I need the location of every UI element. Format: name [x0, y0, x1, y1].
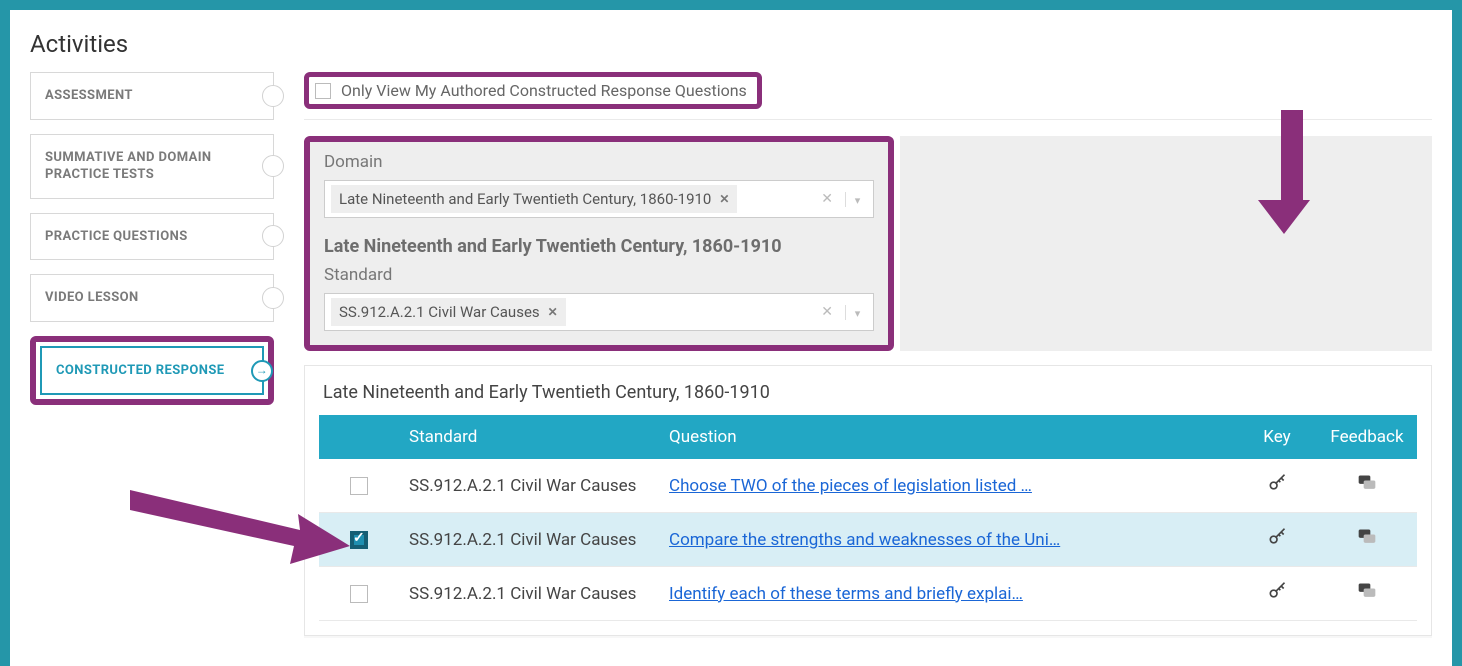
row-standard: SS.912.A.2.1 Civil War Causes [399, 567, 659, 621]
chip-remove-icon[interactable]: ✕ [719, 192, 729, 206]
sidebar-item-video-lesson[interactable]: VIDEO LESSON [30, 274, 274, 322]
sidebar-item-summative[interactable]: SUMMATIVE AND DOMAIN PRACTICE TESTS [30, 134, 274, 199]
question-link[interactable]: Identify each of these terms and briefly… [669, 584, 1023, 604]
select-clear-icon[interactable]: ✕ [815, 191, 839, 207]
select-clear-icon[interactable]: ✕ [815, 304, 839, 320]
sidebar-item-label: CONSTRUCTED RESPONSE [56, 363, 224, 378]
feedback-icon[interactable] [1357, 478, 1377, 498]
sidebar-item-practice-questions[interactable]: PRACTICE QUESTIONS [30, 213, 274, 261]
chevron-down-icon[interactable]: ▾ [845, 192, 869, 207]
col-header-question[interactable]: Question [659, 415, 1237, 459]
sidebar-item-circle-icon [262, 85, 284, 107]
sidebar-item-assessment[interactable]: ASSESSMENT [30, 72, 274, 120]
results-title: Late Nineteenth and Early Twentieth Cent… [319, 380, 1417, 415]
chip-remove-icon[interactable]: ✕ [548, 305, 558, 319]
results-panel: Late Nineteenth and Early Twentieth Cent… [304, 365, 1432, 636]
table-row: SS.912.A.2.1 Civil War Causes Compare th… [319, 513, 1417, 567]
row-standard: SS.912.A.2.1 Civil War Causes [399, 459, 659, 513]
annotation-highlight-filters: Domain Late Nineteenth and Early Twentie… [304, 136, 894, 351]
divider [304, 119, 1432, 120]
row-checkbox[interactable] [350, 531, 368, 549]
domain-chip-label: Late Nineteenth and Early Twentieth Cent… [339, 190, 711, 208]
question-link[interactable]: Choose TWO of the pieces of legislation … [669, 476, 1032, 496]
sidebar-item-label: ASSESSMENT [45, 88, 133, 103]
sidebar-item-circle-icon [262, 155, 284, 177]
key-icon[interactable] [1267, 532, 1287, 552]
standard-select[interactable]: SS.912.A.2.1 Civil War Causes ✕ ✕ ▾ [324, 293, 874, 331]
domain-field-label: Domain [324, 152, 874, 172]
key-icon[interactable] [1267, 586, 1287, 606]
layout: ASSESSMENT SUMMATIVE AND DOMAIN PRACTICE… [30, 72, 1432, 636]
standard-chip: SS.912.A.2.1 Civil War Causes ✕ [331, 298, 566, 326]
col-header-key[interactable]: Key [1237, 415, 1317, 459]
filters-background [900, 136, 1432, 351]
row-standard: SS.912.A.2.1 Civil War Causes [399, 513, 659, 567]
standard-chip-label: SS.912.A.2.1 Civil War Causes [339, 303, 540, 321]
main-content: Only View My Authored Constructed Respon… [304, 72, 1432, 636]
domain-chip: Late Nineteenth and Early Twentieth Cent… [331, 185, 737, 213]
authored-only-checkbox[interactable] [315, 83, 331, 99]
chevron-down-icon[interactable]: ▾ [845, 305, 869, 320]
col-header-select [319, 415, 399, 459]
key-icon[interactable] [1267, 478, 1287, 498]
authored-only-label: Only View My Authored Constructed Respon… [341, 81, 747, 100]
table-header-row: Standard Question Key Feedback [319, 415, 1417, 459]
sidebar-item-label: PRACTICE QUESTIONS [45, 229, 188, 244]
sidebar-item-circle-icon [262, 225, 284, 247]
feedback-icon[interactable] [1357, 532, 1377, 552]
sidebar-item-label: SUMMATIVE AND DOMAIN PRACTICE TESTS [45, 150, 212, 183]
table-row: SS.912.A.2.1 Civil War Causes Choose TWO… [319, 459, 1417, 513]
authored-filter-row: Only View My Authored Constructed Respon… [304, 72, 1432, 109]
sidebar: ASSESSMENT SUMMATIVE AND DOMAIN PRACTICE… [30, 72, 274, 405]
col-header-standard[interactable]: Standard [399, 415, 659, 459]
sidebar-item-label: VIDEO LESSON [45, 290, 139, 305]
sidebar-item-circle-icon [262, 287, 284, 309]
feedback-icon[interactable] [1357, 586, 1377, 606]
sidebar-item-constructed-response[interactable]: CONSTRUCTED RESPONSE → [40, 346, 264, 396]
filters-panel: Domain Late Nineteenth and Early Twentie… [304, 136, 1432, 351]
page-title: Activities [30, 30, 1432, 58]
table-row: SS.912.A.2.1 Civil War Causes Identify e… [319, 567, 1417, 621]
domain-heading: Late Nineteenth and Early Twentieth Cent… [324, 236, 874, 257]
results-table: Standard Question Key Feedback SS.912.A.… [319, 415, 1417, 621]
col-header-feedback[interactable]: Feedback [1317, 415, 1417, 459]
standard-field-label: Standard [324, 265, 874, 285]
question-link[interactable]: Compare the strengths and weaknesses of … [669, 530, 1060, 550]
row-checkbox[interactable] [350, 585, 368, 603]
row-checkbox[interactable] [350, 477, 368, 495]
domain-select[interactable]: Late Nineteenth and Early Twentieth Cent… [324, 180, 874, 218]
annotation-highlight-filter: Only View My Authored Constructed Respon… [304, 72, 762, 109]
arrow-right-icon: → [251, 360, 273, 382]
app-window: Activities ASSESSMENT SUMMATIVE AND DOMA… [10, 10, 1452, 666]
annotation-highlight-sidebar: CONSTRUCTED RESPONSE → [30, 336, 274, 406]
